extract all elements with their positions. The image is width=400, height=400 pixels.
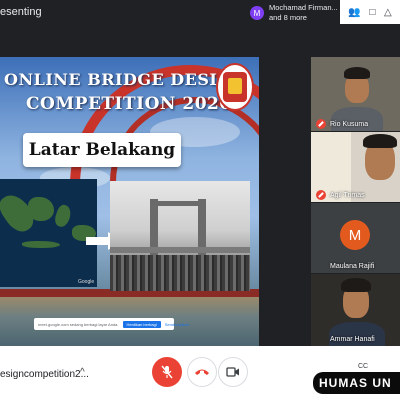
activities-icon[interactable]: △ [384, 7, 392, 18]
camera-toggle-button[interactable] [218, 357, 248, 387]
island-borneo [28, 197, 54, 221]
historic-bridge-photo [110, 181, 250, 291]
section-badge-text: Latar Belakang [28, 140, 176, 160]
chat-icon[interactable]: □ [369, 7, 375, 18]
participant-hair [344, 67, 370, 79]
leave-call-button[interactable] [187, 357, 217, 387]
mic-off-icon [316, 119, 326, 129]
call-end-icon [195, 369, 209, 375]
mic-off-icon [161, 365, 173, 379]
island-java [22, 241, 60, 248]
logo-emblem [223, 72, 247, 102]
meeting-tools: 👥 □ △ [340, 0, 400, 24]
mic-toggle-button[interactable] [152, 357, 182, 387]
participant-name: Ammar Hanafi [330, 336, 375, 343]
meeting-details[interactable]: esigncompetition2... [0, 369, 89, 380]
people-icon[interactable]: 👥 [348, 7, 360, 18]
chip-name: Mochamad Firman... [269, 3, 338, 12]
camera-icon [226, 367, 239, 377]
photo-deck [110, 247, 250, 253]
top-bar: esenting M Mochamad Firman... and 8 more… [0, 0, 400, 24]
captions-button[interactable]: CC [358, 363, 368, 370]
presenting-label: esenting [0, 6, 42, 18]
indonesia-map [0, 179, 97, 287]
participant-tile[interactable]: M Maulana Rajifi [311, 203, 400, 273]
island-sulawesi [52, 203, 74, 229]
participants-chip[interactable]: M Mochamad Firman... and 8 more [246, 1, 338, 25]
participant-name: Agil Trimas [330, 192, 365, 199]
university-logo [216, 63, 254, 111]
mic-off-icon [316, 190, 326, 200]
participant-hair [363, 134, 397, 148]
participant-tile[interactable]: Agil Trimas [311, 132, 400, 202]
hide-prompt-link[interactable]: Sembunyikan [165, 322, 189, 327]
participant-tile[interactable]: Ammar Hanafi [311, 274, 400, 346]
presentation-screen: ONLINE BRIDGE DESIGN COMPETITION 2020 La… [0, 57, 259, 347]
chip-avatar: M [250, 6, 264, 20]
slide-title-line1: ONLINE BRIDGE DESIGN [4, 70, 247, 89]
screen-share-prompt: meet.google.com sedang berbagi layar And… [34, 318, 189, 330]
participant-hair [341, 278, 371, 292]
photo-crowd [110, 255, 250, 291]
chevron-up-icon[interactable]: ^ [80, 367, 85, 378]
participant-tile[interactable]: Rio Kusuma [311, 57, 400, 131]
share-prompt-text: meet.google.com sedang berbagi layar And… [38, 321, 119, 327]
section-badge: Latar Belakang [23, 133, 181, 167]
chip-text: Mochamad Firman... and 8 more [269, 3, 338, 23]
chip-more: and 8 more [269, 13, 307, 22]
participant-name: Rio Kusuma [330, 121, 369, 128]
watermark-logo: HUMAS UN [313, 372, 400, 394]
map-attribution: Google [78, 279, 95, 285]
stop-sharing-button[interactable]: Hentikan berbagi [122, 320, 161, 328]
participant-name: Maulana Rajifi [330, 263, 375, 270]
participant-avatar: M [340, 220, 370, 250]
slide-title-line2: COMPETITION 2020 [26, 94, 232, 114]
photo-span [150, 201, 206, 206]
